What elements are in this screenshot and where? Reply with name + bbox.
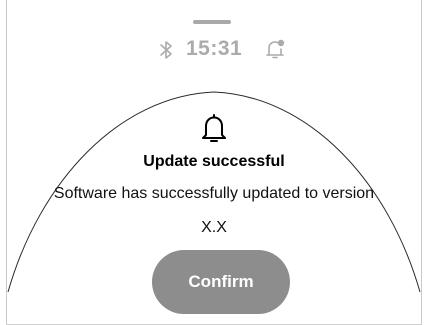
dialog-message: Software has successfully updated to ver… xyxy=(53,185,375,236)
bell-with-dot-icon[interactable] xyxy=(264,38,286,60)
bluetooth-icon xyxy=(160,41,172,59)
bell-icon xyxy=(202,114,226,142)
screen: 15:31 Update successful Software has suc… xyxy=(0,0,428,325)
drag-handle[interactable] xyxy=(193,20,231,24)
clock-time: 15:31 xyxy=(186,37,243,60)
dialog-title: Update successful xyxy=(143,153,285,170)
status-bar: 15:31 xyxy=(0,34,428,64)
update-dialog: Update successful Software has successfu… xyxy=(0,108,428,325)
confirm-button[interactable]: Confirm xyxy=(152,250,290,314)
